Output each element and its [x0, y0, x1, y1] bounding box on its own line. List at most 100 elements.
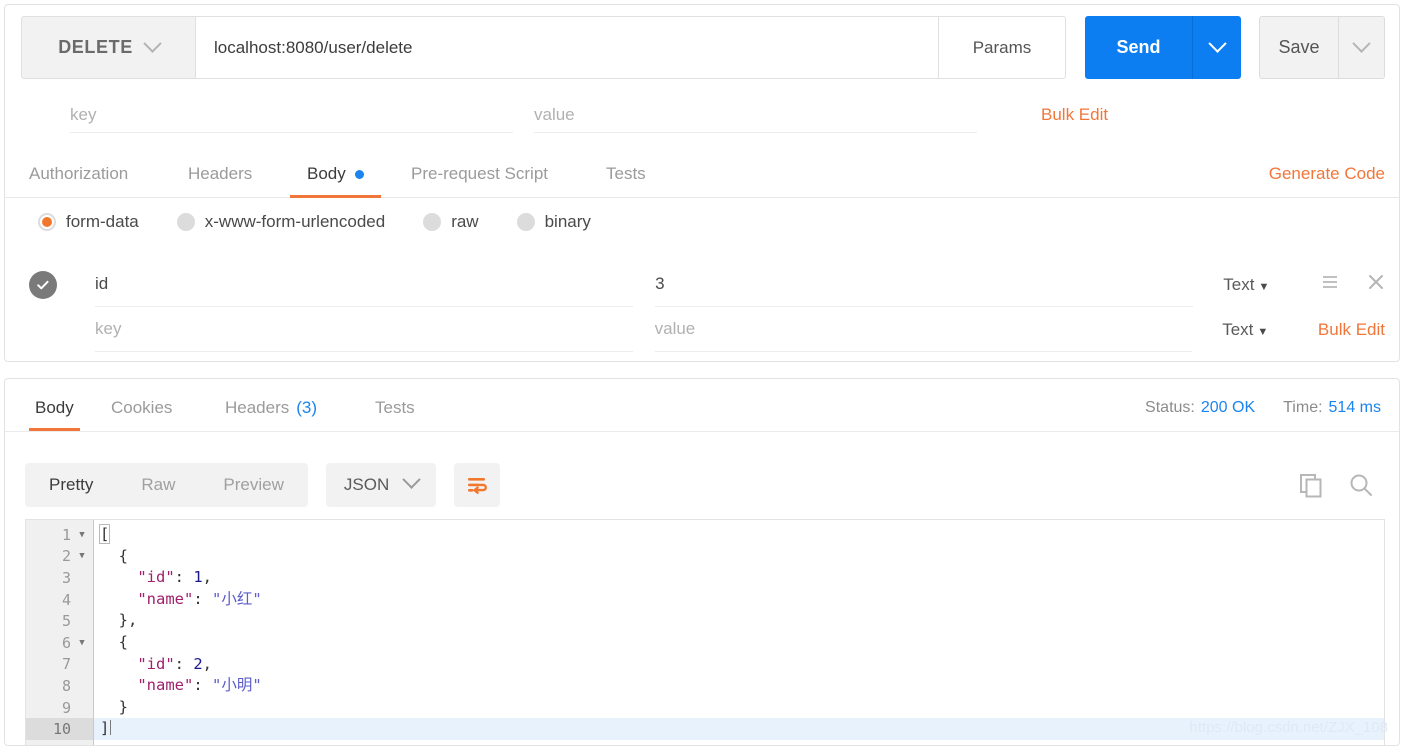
params-bulk-edit-link[interactable]: Bulk Edit [1041, 97, 1108, 133]
line-number: 8▼ [61, 676, 71, 695]
response-tab-tests[interactable]: Tests [375, 385, 415, 431]
radio-form-data[interactable]: form-data [38, 212, 139, 232]
param-key-placeholder: key [70, 104, 97, 124]
caret-down-icon: ▼ [1257, 325, 1269, 338]
params-label: Params [972, 37, 1032, 57]
code-line: { [94, 632, 1384, 654]
fold-arrow-icon[interactable]: ▼ [77, 638, 87, 648]
form-data-bulk-edit-link[interactable]: Bulk Edit [1318, 320, 1385, 340]
url-input[interactable]: localhost:8080/user/delete [196, 16, 939, 79]
chevron-down-icon [1207, 33, 1227, 56]
form-data-new-type-label: Text [1222, 319, 1254, 339]
line-number: 1 ▼ [26, 524, 93, 546]
form-data-new-key-input[interactable]: key [95, 308, 633, 352]
radio-raw-label: raw [451, 212, 479, 231]
form-data-value-text: 3 [655, 274, 665, 293]
generate-code-link[interactable]: Generate Code [1269, 151, 1385, 197]
search-button[interactable] [1347, 471, 1375, 499]
tab-headers[interactable]: Headers [188, 151, 252, 197]
token-str: "小红" [212, 589, 262, 608]
token-num: 2 [193, 654, 203, 673]
response-format-toolbar: Pretty Raw Preview JSON [25, 463, 501, 507]
token-punc: [ [98, 524, 111, 544]
time-label: Time: [1283, 399, 1323, 416]
body-type-radio-group: form-data x-www-form-urlencoded raw bina… [38, 212, 629, 232]
fold-arrow-icon[interactable]: ▼ [77, 551, 87, 561]
active-tab-underline [290, 195, 381, 198]
token-punc: , [202, 568, 213, 587]
code-content[interactable]: [ { "id": 1, "name": "小红" }, { "id": 2, … [94, 520, 1384, 745]
send-button[interactable]: Send [1085, 16, 1192, 79]
token-punc: ] [100, 719, 110, 738]
line-number: 2 ▼ [26, 546, 93, 568]
param-key-input[interactable]: key [70, 97, 513, 133]
save-button[interactable]: Save [1260, 17, 1338, 78]
form-data-key-input[interactable]: id [95, 263, 634, 307]
postman-window: DELETE localhost:8080/user/delete Params… [0, 0, 1404, 748]
radio-binary[interactable]: binary [516, 212, 591, 232]
chevron-down-icon [402, 470, 421, 494]
response-tab-headers[interactable]: Headers (3) [225, 385, 317, 431]
param-value-input[interactable]: value [534, 97, 977, 133]
tab-body[interactable]: Body [290, 151, 381, 198]
url-bar: DELETE localhost:8080/user/delete Params… [21, 16, 1385, 79]
request-tabs: Authorization Headers Body Pre-request S… [5, 151, 1399, 198]
send-options-button[interactable] [1192, 16, 1241, 79]
form-data-type-selector[interactable]: Text ▼ [1223, 275, 1295, 295]
row-enabled-checkbox[interactable] [29, 270, 57, 299]
row-options-icon[interactable] [1321, 275, 1339, 294]
line-number-gutter: 1▼2▼3▼ 4▼ 5▼6▼7▼ 8▼ 9▼10▼ [26, 520, 94, 745]
tab-authorization[interactable]: Authorization [29, 151, 128, 197]
send-label: Send [1116, 37, 1161, 57]
radio-unselected-icon [423, 213, 442, 231]
line-number: 9▼ [61, 698, 71, 717]
response-tab-tests-label: Tests [375, 398, 415, 417]
copy-button[interactable] [1297, 471, 1325, 499]
form-data-new-key-placeholder: key [95, 319, 122, 338]
status-value: 200 OK [1200, 399, 1256, 416]
response-tab-body-label: Body [35, 398, 74, 417]
token-key: "name" [100, 676, 194, 695]
form-data-type-label: Text [1223, 274, 1255, 294]
response-meta: Status: 200 OK Time: 514 ms [1145, 385, 1381, 431]
radio-x-www-form-urlencoded[interactable]: x-www-form-urlencoded [176, 212, 385, 232]
method-selector[interactable]: DELETE [21, 16, 196, 79]
radio-form-data-label: form-data [66, 212, 139, 231]
response-tab-cookies[interactable]: Cookies [111, 385, 172, 431]
view-mode-pretty[interactable]: Pretty [25, 463, 117, 507]
copy-icon [1300, 474, 1322, 498]
tab-pre-request-script-label: Pre-request Script [411, 164, 548, 183]
token-punc: , [202, 654, 213, 673]
text-caret [110, 720, 112, 736]
remove-row-icon[interactable] [1367, 273, 1385, 296]
form-data-value-input[interactable]: 3 [655, 263, 1194, 307]
form-data-new-value-input[interactable]: value [654, 308, 1193, 352]
line-number: 4▼ [61, 590, 71, 609]
view-mode-preview[interactable]: Preview [199, 463, 307, 507]
code-line: } [94, 697, 1384, 719]
token-punc: : [193, 676, 212, 695]
view-mode-raw[interactable]: Raw [117, 463, 199, 507]
token-punc: { [100, 546, 128, 565]
tab-pre-request-script[interactable]: Pre-request Script [411, 151, 548, 197]
line-number: 6 ▼ [26, 632, 93, 654]
code-line: "id": 1, [94, 567, 1384, 589]
tab-tests-label: Tests [606, 164, 646, 183]
params-button[interactable]: Params [939, 16, 1066, 79]
form-data-empty-row: key value Text ▼ Bulk Edit [29, 307, 1385, 352]
response-tab-headers-label: Headers [225, 398, 290, 417]
word-wrap-button[interactable] [454, 463, 501, 507]
language-selector[interactable]: JSON [325, 463, 437, 507]
tab-tests[interactable]: Tests [606, 151, 646, 197]
radio-unselected-icon [516, 213, 535, 231]
fold-arrow-icon[interactable]: ▼ [77, 530, 87, 540]
save-options-button[interactable] [1338, 17, 1384, 78]
code-line: [ [94, 524, 1384, 546]
radio-raw[interactable]: raw [423, 212, 479, 232]
line-number: 7▼ [61, 655, 71, 674]
response-tab-body[interactable]: Body [29, 385, 80, 431]
response-body-editor[interactable]: 1▼2▼3▼4▼5▼6▼7▼8▼9▼10▼ [ { "id": 1, "name… [25, 519, 1385, 745]
radio-unselected-icon [176, 213, 195, 231]
code-line: }, [94, 610, 1384, 632]
form-data-new-type-selector[interactable]: Text ▼ [1222, 320, 1294, 340]
